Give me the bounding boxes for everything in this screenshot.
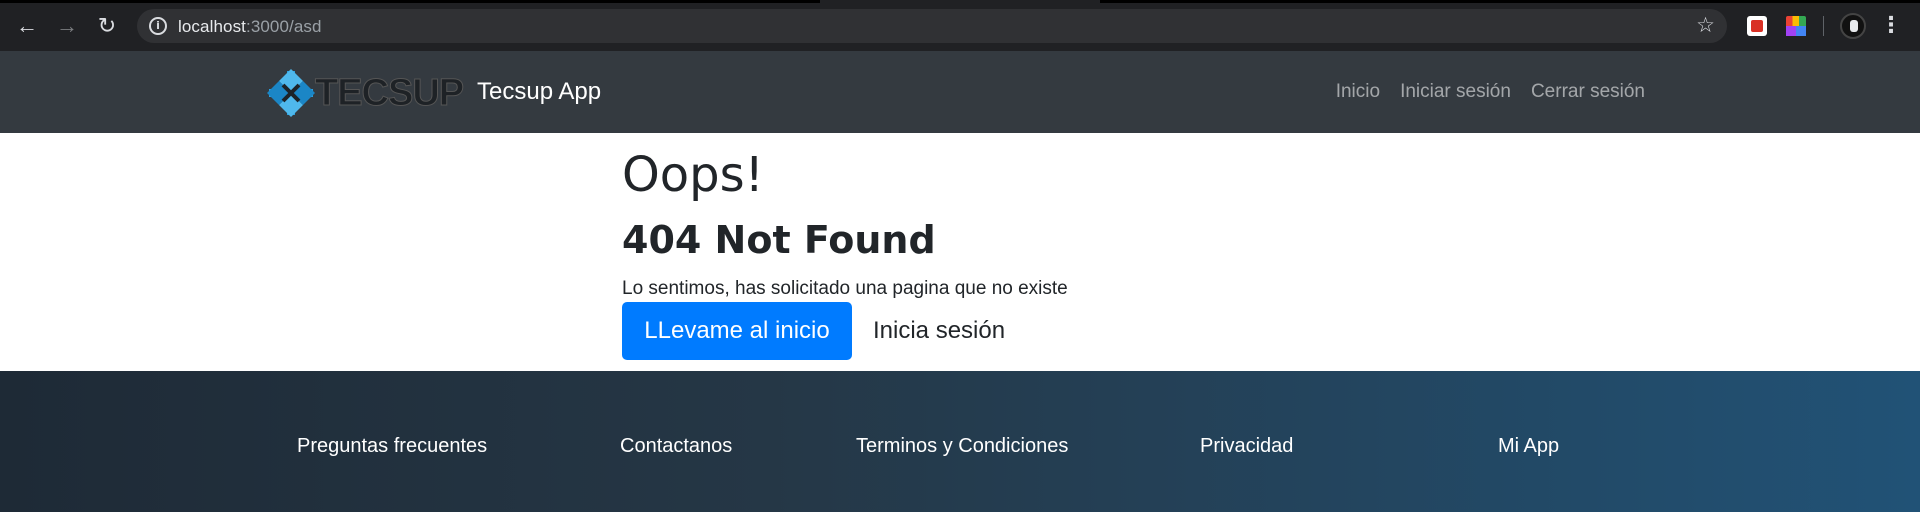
footer-link-faq[interactable]: Preguntas frecuentes (297, 435, 487, 458)
nav-link-inicio[interactable]: Inicio (1336, 81, 1380, 103)
color-extension-icon[interactable] (1786, 16, 1806, 36)
tecsup-logo[interactable]: TECSUP (265, 67, 477, 119)
footer-link-contact[interactable]: Contactanos (620, 435, 732, 458)
page-title: Oops! (622, 147, 764, 203)
footer-link-my-app[interactable]: Mi App (1498, 435, 1559, 458)
error-heading: 404 Not Found (622, 218, 936, 262)
footer: Preguntas frecuentes Contactanos Termino… (0, 371, 1920, 512)
browser-toolbar: ← → ↻ i localhost:3000/asd ☆ ⋮ (0, 0, 1920, 51)
go-home-button[interactable]: LLevame al inicio (622, 302, 852, 360)
pocket-extension-icon[interactable] (1747, 16, 1767, 36)
brand-name[interactable]: Tecsup App (477, 78, 601, 106)
menu-icon[interactable]: ⋮ (1880, 13, 1902, 37)
forward-icon[interactable]: → (53, 12, 81, 40)
login-button[interactable]: Inicia sesión (873, 317, 1005, 345)
footer-link-privacy[interactable]: Privacidad (1200, 435, 1293, 458)
nav-link-iniciar-sesion[interactable]: Iniciar sesión (1400, 81, 1511, 103)
tab-strip (0, 0, 820, 3)
url-host: localhost (178, 17, 246, 36)
reload-icon[interactable]: ↻ (93, 12, 121, 40)
star-icon[interactable]: ☆ (1696, 13, 1715, 38)
nav-links: Inicio Iniciar sesión Cerrar sesión (1336, 81, 1645, 103)
toolbar-divider (1823, 16, 1824, 36)
tab-strip (1100, 0, 1920, 3)
url-path: :3000/asd (246, 17, 322, 36)
nav-link-cerrar-sesion[interactable]: Cerrar sesión (1531, 81, 1645, 103)
url-text[interactable]: localhost:3000/asd (178, 17, 322, 37)
footer-link-terms[interactable]: Terminos y Condiciones (856, 435, 1068, 458)
address-bar[interactable]: i localhost:3000/asd ☆ (137, 9, 1727, 43)
profile-avatar[interactable] (1840, 13, 1866, 39)
logo-text: TECSUP (315, 72, 464, 114)
error-message: Lo sentimos, has solicitado una pagina q… (622, 278, 1068, 299)
app-navbar: TECSUP Tecsup App Inicio Iniciar sesión … (0, 51, 1920, 133)
info-icon[interactable]: i (149, 17, 167, 35)
back-icon[interactable]: ← (13, 12, 41, 40)
